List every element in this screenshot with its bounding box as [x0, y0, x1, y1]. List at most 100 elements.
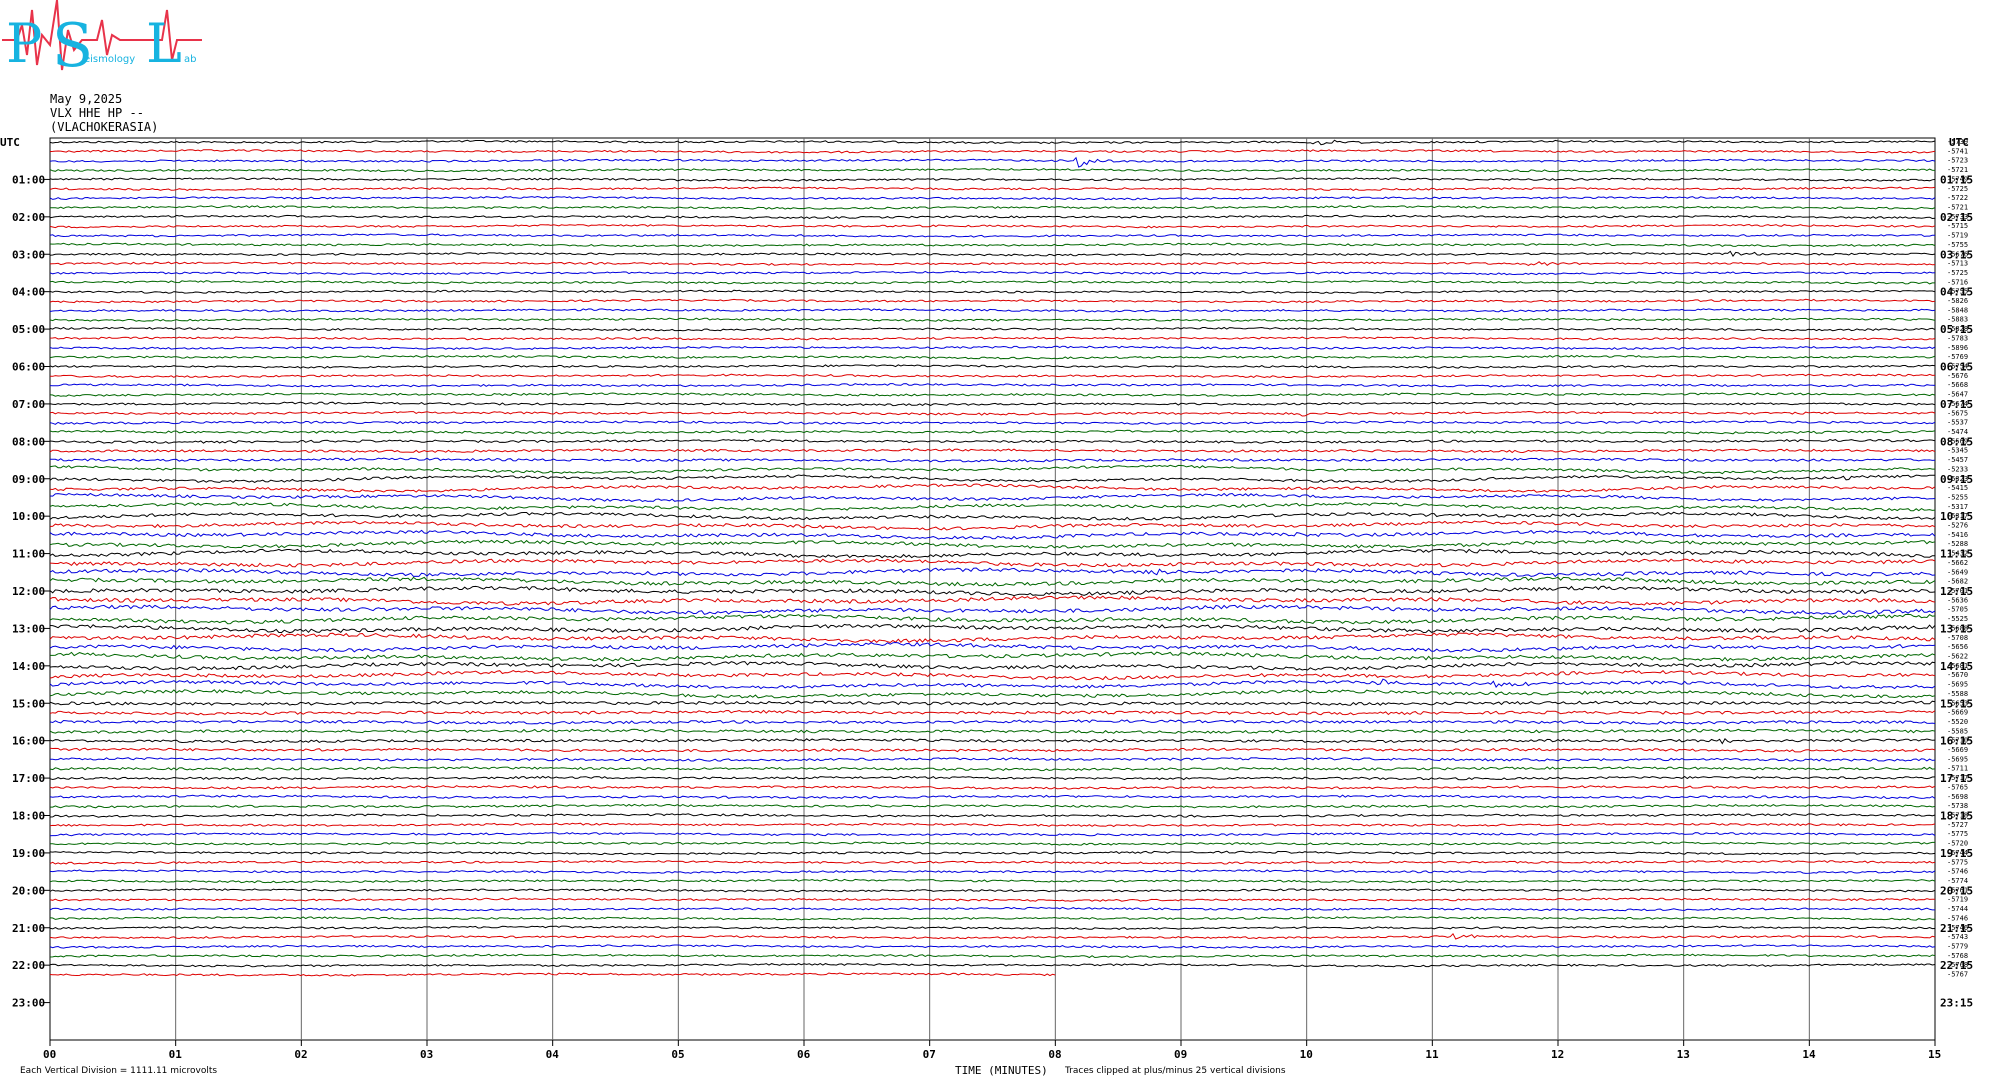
- trace-offset-label: -5474: [1947, 428, 1968, 436]
- seismogram-trace: [49, 766, 1936, 772]
- seismogram-trace: [50, 651, 1936, 662]
- trace-offset-label: -5715: [1947, 222, 1968, 230]
- trace-offset-label: -5276: [1947, 522, 1968, 530]
- trace-offset-label: -5883: [1947, 316, 1968, 324]
- trace-offset-label: -5695: [1947, 755, 1968, 763]
- seismogram-trace: [49, 354, 1936, 360]
- trace-offset-label: -5717: [1947, 774, 1968, 782]
- trace-offset-label: -5688: [1947, 624, 1968, 632]
- seismogram-trace: [49, 401, 1936, 407]
- seismogram-trace: [49, 168, 1936, 173]
- seismogram-trace: [49, 962, 1936, 968]
- seismogram-trace: [49, 373, 1936, 379]
- trace-offset-label: -5647: [1947, 391, 1968, 399]
- seismogram-trace: [49, 932, 1936, 940]
- trace-offset-label: -5711: [1947, 765, 1968, 773]
- trace-offset-label: -5669: [1947, 709, 1968, 717]
- trace-offset-label: -5741: [1947, 147, 1968, 155]
- trace-offset-label: -5708: [1947, 634, 1968, 642]
- seismogram-trace: [49, 576, 1936, 587]
- trace-offset-label: -5649: [1947, 568, 1968, 576]
- trace-offset-label: -5676: [1947, 372, 1968, 380]
- hour-label-left: 05:00: [12, 323, 45, 336]
- trace-offset-label: -5768: [1947, 961, 1968, 969]
- seismogram-trace: [49, 613, 1936, 625]
- seismogram-trace: [49, 280, 1935, 285]
- trace-offset-label: -5713: [1947, 260, 1968, 268]
- trace-offset-label: -5415: [1947, 484, 1968, 492]
- x-tick-label: 03: [420, 1048, 433, 1061]
- seismogram-trace: [49, 289, 1936, 294]
- trace-offset-label: -5783: [1947, 334, 1968, 342]
- seismogram-trace: [49, 448, 1936, 454]
- trace-offset-label: -5636: [1947, 596, 1968, 604]
- trace-offset-label: -5719: [1947, 232, 1968, 240]
- seismogram-trace: [50, 841, 1935, 846]
- hour-label-left: 06:00: [12, 361, 45, 374]
- seismogram-trace: [49, 186, 1936, 191]
- trace-offset-label: -5457: [1947, 456, 1968, 464]
- x-tick-label: 02: [294, 1048, 307, 1061]
- seismogram-trace: [49, 242, 1936, 248]
- seismogram-trace: [49, 261, 1936, 266]
- seismogram-trace: [49, 953, 1936, 959]
- seismogram-trace: [49, 850, 1936, 856]
- x-tick-label: 11: [1425, 1048, 1439, 1061]
- trace-offset-label: -5345: [1947, 447, 1968, 455]
- trace-offset-label: -5674: [1947, 400, 1968, 408]
- trace-offset-label: -5653: [1947, 699, 1968, 707]
- trace-offset-label: -5755: [1947, 288, 1968, 296]
- seismogram-trace: [49, 336, 1936, 341]
- trace-offset-label: -5323: [1947, 475, 1968, 483]
- trace-offset-label: -5765: [1947, 783, 1968, 791]
- trace-offset-label: -5669: [1947, 746, 1968, 754]
- x-tick-label: 01: [169, 1048, 183, 1061]
- trace-offset-label: -5746: [1947, 868, 1968, 876]
- seismogram-trace: [49, 869, 1936, 874]
- x-tick-label: 05: [671, 1048, 684, 1061]
- trace-offset-label: -5743: [1947, 933, 1968, 941]
- trace-offset-label: -5738: [1947, 802, 1968, 810]
- seismogram-trace: [49, 139, 1936, 146]
- x-tick-label: 07: [923, 1048, 936, 1061]
- seismogram-trace: [49, 794, 1936, 800]
- trace-offset-label: -5779: [1947, 942, 1968, 950]
- seismogram-trace: [49, 878, 1936, 884]
- trace-offset-label: -5848: [1947, 306, 1968, 314]
- trace-offset-label: -5233: [1947, 465, 1968, 473]
- x-tick-label: 10: [1300, 1048, 1313, 1061]
- trace-offset-label: -5718: [1947, 812, 1968, 820]
- seismogram-trace: [49, 483, 1936, 493]
- seismogram-trace: [49, 558, 1936, 568]
- trace-offset-label: -5775: [1947, 858, 1968, 866]
- trace-offset-label: -5317: [1947, 503, 1968, 511]
- seismogram-trace: [49, 474, 1935, 483]
- trace-offset-label: -5826: [1947, 297, 1968, 305]
- seismogram-trace: [49, 567, 1936, 578]
- seismogram-trace: [49, 747, 1936, 753]
- seismogram-trace: [49, 775, 1936, 781]
- trace-offset-label: -5622: [1947, 652, 1968, 660]
- x-tick-label: 09: [1174, 1048, 1187, 1061]
- seismogram-trace: [49, 539, 1936, 549]
- hour-label-left: 11:00: [12, 548, 45, 561]
- trace-offset-label: -5828: [1947, 325, 1968, 333]
- seismogram-trace: [49, 888, 1936, 893]
- trace-offset-label: -5569: [1947, 437, 1968, 445]
- hour-label-left: 14:00: [12, 660, 45, 673]
- seismogram-trace: [49, 822, 1936, 828]
- trace-offset-label: -5739: [1947, 138, 1968, 146]
- seismogram-trace: [49, 326, 1936, 332]
- seismogram-trace: [49, 925, 1936, 930]
- seismogram-trace: [50, 803, 1936, 809]
- seismogram-trace: [49, 345, 1936, 351]
- hour-label-left: 15:00: [12, 697, 45, 710]
- hour-label-left: 03:00: [12, 248, 45, 261]
- trace-offset-label: -5670: [1947, 671, 1968, 679]
- seismogram-trace: [49, 641, 1936, 653]
- trace-offset-label: -5719: [1947, 896, 1968, 904]
- seismogram-trace: [49, 548, 1936, 559]
- hour-label-left: 02:00: [12, 211, 45, 224]
- trace-offset-label: -5537: [1947, 419, 1968, 427]
- seismogram-trace: [49, 177, 1936, 182]
